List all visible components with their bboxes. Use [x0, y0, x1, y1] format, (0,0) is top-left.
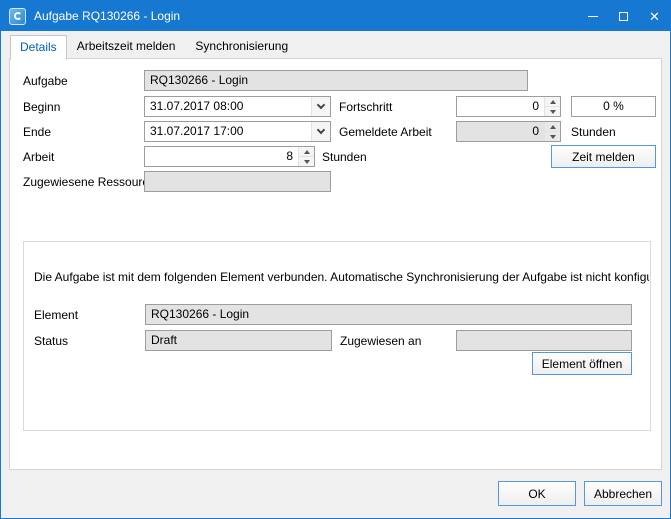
beginn-value: 31.07.2017 08:00: [145, 97, 311, 116]
beginn-dropdown-icon[interactable]: [311, 97, 330, 116]
zugewiesene-ressource-field: [144, 171, 331, 192]
arbeit-unit-label: Stunden: [322, 150, 367, 165]
beginn-combo[interactable]: 31.07.2017 08:00: [144, 96, 331, 117]
fortschritt-percent-field: 0 %: [571, 96, 656, 117]
sync-groupbox: Die Aufgabe ist mit dem folgenden Elemen…: [23, 241, 651, 431]
beginn-label: Beginn: [23, 100, 60, 115]
minimize-icon: [588, 16, 598, 17]
close-button[interactable]: ✕: [639, 1, 670, 31]
arbeit-value: 8: [145, 147, 298, 166]
details-panel: Aufgabe RQ130266 - Login Beginn 31.07.20…: [9, 58, 662, 470]
fortschritt-spin-buttons: [544, 97, 560, 116]
fortschritt-value: 0: [457, 97, 544, 116]
ende-label: Ende: [23, 125, 51, 140]
zeit-melden-button[interactable]: Zeit melden: [551, 145, 656, 168]
tab-synchronisierung[interactable]: Synchronisierung: [185, 34, 298, 59]
window-title: Aufgabe RQ130266 - Login: [34, 9, 180, 23]
task-dialog: Aufgabe RQ130266 - Login ✕ Details Arbei…: [0, 0, 671, 519]
gemeldete-arbeit-unit-label: Stunden: [571, 125, 616, 140]
zugewiesen-an-field: [456, 330, 632, 351]
element-field: RQ130266 - Login: [145, 304, 632, 325]
fortschritt-spin-down-icon[interactable]: [545, 107, 560, 116]
gemeldete-arbeit-spin-up-icon: [545, 122, 560, 132]
tabstrip: Details Arbeitszeit melden Synchronisier…: [10, 34, 298, 59]
arbeit-spin-up-icon[interactable]: [299, 147, 314, 157]
maximize-button[interactable]: [608, 1, 639, 31]
ende-combo[interactable]: 31.07.2017 17:00: [144, 121, 331, 142]
arbeit-label: Arbeit: [23, 150, 54, 165]
status-label: Status: [34, 334, 68, 349]
fortschritt-label: Fortschritt: [339, 100, 392, 115]
tab-arbeitszeit-melden[interactable]: Arbeitszeit melden: [67, 34, 186, 59]
titlebar[interactable]: Aufgabe RQ130266 - Login ✕: [1, 1, 670, 31]
fortschritt-spin-up-icon[interactable]: [545, 97, 560, 107]
gemeldete-arbeit-spin-buttons: [544, 122, 560, 141]
fortschritt-spinner[interactable]: 0: [456, 96, 561, 117]
aufgabe-field: RQ130266 - Login: [144, 70, 528, 91]
sync-description: Die Aufgabe ist mit dem folgenden Elemen…: [34, 270, 649, 284]
zugewiesene-ressource-label: Zugewiesene Ressource: [23, 175, 155, 190]
gemeldete-arbeit-spinner: 0: [456, 121, 561, 142]
ende-dropdown-icon[interactable]: [311, 122, 330, 141]
cancel-button[interactable]: Abbrechen: [584, 481, 662, 506]
arbeit-spinner[interactable]: 8: [144, 146, 315, 167]
app-icon-glyph: [14, 12, 22, 20]
tab-details[interactable]: Details: [10, 35, 67, 60]
arbeit-spin-down-icon[interactable]: [299, 157, 314, 166]
aufgabe-label: Aufgabe: [23, 74, 68, 89]
status-field: Draft: [145, 330, 332, 351]
gemeldete-arbeit-label: Gemeldete Arbeit: [339, 125, 432, 140]
ende-value: 31.07.2017 17:00: [145, 122, 311, 141]
maximize-icon: [619, 12, 628, 21]
app-icon: [9, 8, 26, 25]
window-controls: ✕: [577, 1, 670, 31]
gemeldete-arbeit-spin-down-icon: [545, 132, 560, 141]
zugewiesen-an-label: Zugewiesen an: [340, 334, 421, 349]
ok-button[interactable]: OK: [498, 481, 576, 506]
minimize-button[interactable]: [577, 1, 608, 31]
element-oeffnen-button[interactable]: Element öffnen: [532, 352, 632, 375]
element-label: Element: [34, 308, 78, 323]
arbeit-spin-buttons: [298, 147, 314, 166]
gemeldete-arbeit-value: 0: [457, 122, 544, 141]
